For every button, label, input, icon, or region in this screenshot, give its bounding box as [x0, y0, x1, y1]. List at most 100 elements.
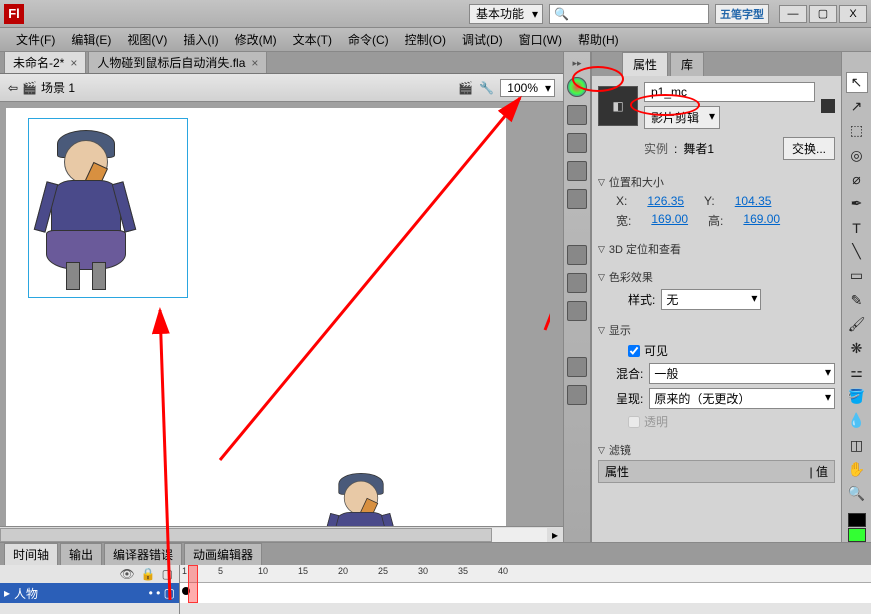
instance-of-label: 实例 — [644, 140, 668, 157]
timeline-tab[interactable]: 时间轴 — [4, 543, 58, 565]
playhead[interactable] — [188, 565, 198, 603]
horizontal-scrollbar[interactable]: ▸ — [0, 526, 563, 542]
properties-tab[interactable]: 属性 — [622, 52, 668, 76]
menu-commands[interactable]: 命令(C) — [340, 29, 397, 50]
ruler-1: 1 — [182, 566, 187, 576]
close-button[interactable]: X — [839, 5, 867, 23]
deco-tool[interactable]: ❋ — [846, 338, 868, 359]
bone-tool[interactable]: ⚍ — [846, 362, 868, 383]
eyedropper-tool[interactable]: 💧 — [846, 410, 868, 431]
menu-window[interactable]: 窗口(W) — [511, 29, 570, 50]
fill-color-swatch[interactable] — [848, 528, 866, 542]
search-input[interactable]: 🔍 — [549, 4, 709, 24]
edit-scene-icon[interactable]: 🎬 — [458, 81, 473, 95]
subselection-tool[interactable]: ↗ — [846, 96, 868, 117]
frame-ruler[interactable]: 1 5 10 15 20 25 30 35 40 — [180, 565, 871, 583]
align-icon[interactable] — [567, 133, 587, 153]
eraser-tool[interactable]: ◫ — [846, 435, 868, 456]
lasso-tool[interactable]: ⌀ — [846, 169, 868, 190]
brush-tool[interactable]: 🖌 — [846, 314, 868, 335]
ime-badge[interactable]: 五笔字型 — [715, 4, 769, 24]
style-label: 样式: — [628, 291, 655, 308]
x-label: X: — [616, 194, 627, 208]
zoom-tool[interactable]: 🔍 — [846, 483, 868, 504]
menu-modify[interactable]: 修改(M) — [227, 29, 285, 50]
lock-header-icon[interactable]: 🔒 — [141, 567, 156, 581]
visible-checkbox[interactable] — [628, 345, 640, 357]
layer-row[interactable]: ▸ 人物• • ▢ — [0, 583, 179, 603]
3d-rotation-tool[interactable]: ◎ — [846, 145, 868, 166]
menu-text[interactable]: 文本(T) — [285, 29, 340, 50]
workspace-dropdown[interactable]: 基本功能 — [469, 4, 543, 24]
output-tab[interactable]: 输出 — [60, 543, 102, 565]
zoom-dropdown[interactable]: 100% — [500, 79, 555, 97]
menu-file[interactable]: 文件(F) — [8, 29, 63, 50]
grid-icon[interactable] — [567, 105, 587, 125]
document-tab-active[interactable]: 未命名-2* × — [4, 51, 86, 73]
stage[interactable] — [6, 108, 506, 526]
transform-icon[interactable] — [567, 189, 587, 209]
blend-label: 混合: — [616, 365, 643, 382]
menu-debug[interactable]: 调试(D) — [454, 29, 511, 50]
section-3d[interactable]: 3D 定位和查看 — [598, 239, 835, 259]
rectangle-tool[interactable]: ▭ — [846, 265, 868, 286]
frame-row[interactable] — [180, 583, 871, 603]
style-dropdown[interactable]: 无 — [661, 289, 761, 310]
palette-icon[interactable] — [567, 77, 587, 97]
instance-type-dropdown[interactable]: 影片剪辑 — [644, 106, 720, 129]
menu-help[interactable]: 帮助(H) — [570, 29, 627, 50]
line-tool[interactable]: ╲ — [846, 241, 868, 262]
paint-bucket-tool[interactable]: 🪣 — [846, 386, 868, 407]
selection-tool[interactable]: ↖ — [846, 72, 868, 93]
document-tab[interactable]: 人物碰到鼠标后自动消失.fla× — [88, 51, 267, 73]
h-value[interactable]: 169.00 — [743, 212, 780, 229]
compiler-errors-tab[interactable]: 编译器错误 — [104, 543, 182, 565]
motion-icon[interactable] — [567, 385, 587, 405]
back-icon[interactable]: ⇦ — [8, 81, 18, 95]
info-icon[interactable] — [567, 161, 587, 181]
y-value[interactable]: 104.35 — [735, 194, 772, 208]
doc-tab-label: 未命名-2* — [13, 54, 64, 71]
menu-view[interactable]: 视图(V) — [119, 29, 175, 50]
library-tab[interactable]: 库 — [670, 52, 704, 76]
stroke-color-swatch[interactable] — [848, 513, 866, 527]
w-value[interactable]: 169.00 — [651, 212, 688, 229]
character-instance-2[interactable] — [322, 467, 400, 526]
close-icon[interactable]: × — [251, 56, 258, 70]
scene-name[interactable]: 场景 1 — [41, 79, 75, 96]
blend-dropdown[interactable]: 一般 — [649, 363, 835, 384]
close-icon[interactable]: × — [70, 56, 77, 70]
transparent-checkbox — [628, 416, 640, 428]
align2-icon[interactable] — [567, 301, 587, 321]
instance-name-input[interactable]: p1_mc — [644, 82, 815, 102]
swap-button[interactable]: 交换... — [783, 137, 835, 160]
color-indicator-icon[interactable] — [821, 99, 835, 113]
history-icon[interactable] — [567, 273, 587, 293]
hand-tool[interactable]: ✋ — [846, 459, 868, 480]
pencil-tool[interactable]: ✎ — [846, 290, 868, 311]
maximize-button[interactable]: ▢ — [809, 5, 837, 23]
text-tool[interactable]: T — [846, 217, 868, 238]
library-icon[interactable] — [567, 245, 587, 265]
edit-symbol-icon[interactable]: 🔧 — [479, 81, 494, 95]
menu-edit[interactable]: 编辑(E) — [63, 29, 119, 50]
transparent-label: 透明 — [644, 413, 668, 430]
outline-header-icon[interactable]: ▢ — [162, 567, 173, 581]
section-color-effect[interactable]: 色彩效果 — [598, 267, 835, 287]
pen-tool[interactable]: ✒ — [846, 193, 868, 214]
free-transform-tool[interactable]: ⬚ — [846, 120, 868, 141]
section-filters[interactable]: 滤镜 — [598, 440, 835, 460]
menu-insert[interactable]: 插入(I) — [175, 29, 226, 50]
section-display[interactable]: 显示 — [598, 320, 835, 340]
visibility-header-icon[interactable]: 👁 — [119, 567, 134, 581]
render-dropdown[interactable]: 原来的（无更改） — [649, 388, 835, 409]
project-icon[interactable] — [567, 357, 587, 377]
dock-strip: ▸▸ — [563, 52, 591, 542]
motion-editor-tab[interactable]: 动画编辑器 — [184, 543, 262, 565]
section-position-size[interactable]: 位置和大小 — [598, 172, 835, 192]
render-label: 呈现: — [616, 390, 643, 407]
menu-control[interactable]: 控制(O) — [397, 29, 454, 50]
x-value[interactable]: 126.35 — [647, 194, 684, 208]
character-instance-1[interactable] — [36, 122, 136, 292]
minimize-button[interactable]: — — [779, 5, 807, 23]
